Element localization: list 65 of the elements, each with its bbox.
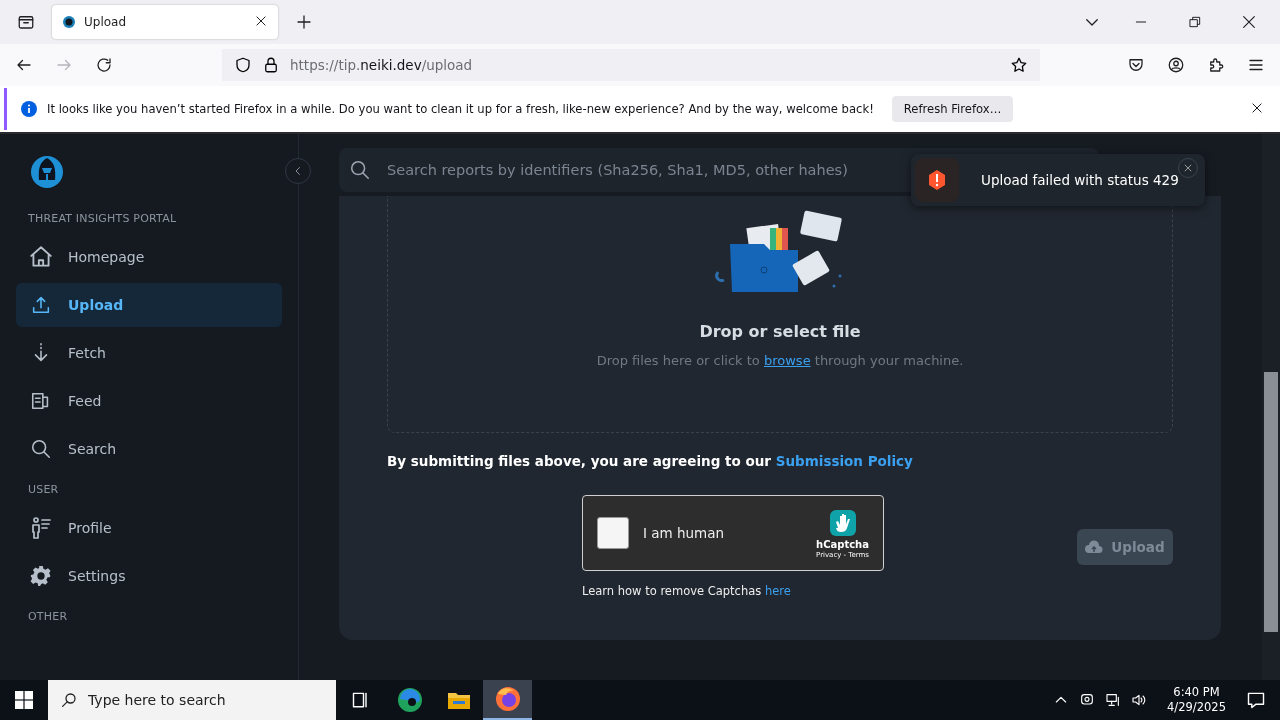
- captcha-checkbox[interactable]: [597, 517, 629, 549]
- nav-item[interactable]: Fetch: [16, 331, 282, 375]
- plus-icon: [295, 13, 313, 31]
- search-icon: [60, 691, 78, 709]
- address-bar[interactable]: https://tip.neiki.dev/upload: [222, 49, 1040, 81]
- close-icon: [254, 13, 268, 28]
- captcha-help-text: Learn how to remove Captchas here: [582, 584, 792, 598]
- section-heading: USER: [28, 483, 60, 496]
- browser-tab[interactable]: Upload: [52, 5, 278, 39]
- here-link[interactable]: here: [764, 584, 791, 598]
- settings-icon: [30, 565, 52, 587]
- close-icon: [1250, 100, 1264, 115]
- section-heading: OTHER: [28, 610, 69, 623]
- cloud-upload-icon: [1085, 540, 1104, 554]
- person-icon: [29, 516, 53, 540]
- firefox-taskbar-button[interactable]: [483, 680, 532, 720]
- close-icon: [1241, 14, 1257, 30]
- agreement-text: By submitting files above, you are agreeing to our Submission Policy: [387, 453, 914, 469]
- section-heading: THREAT INSIGHTS PORTAL: [28, 212, 178, 225]
- close-toast-button[interactable]: [1178, 158, 1198, 178]
- puzzle-icon: [1207, 56, 1225, 74]
- nav-item[interactable]: Feed: [16, 379, 282, 423]
- refresh-firefox-button[interactable]: Refresh Firefox…: [891, 96, 1014, 122]
- browse-link[interactable]: browse: [763, 353, 811, 368]
- reload-icon: [95, 56, 113, 74]
- hand-logo-icon: [827, 507, 858, 538]
- windows-icon: [15, 691, 33, 709]
- dropzone-hint: Drop files here or click to browse through your machine.: [596, 353, 964, 368]
- dropzone-title: Drop or select file: [699, 322, 861, 341]
- notifications-icon: [1246, 690, 1266, 710]
- search-icon: [349, 159, 371, 181]
- captcha-brand: hCaptcha: [816, 538, 869, 550]
- upload-icon: [30, 294, 52, 316]
- folder-icon: [446, 690, 471, 710]
- home-icon: [28, 244, 54, 270]
- tab-title: Upload: [84, 15, 128, 29]
- clock-time: 6:40 PM: [1173, 685, 1220, 700]
- pocket-icon: [1127, 56, 1145, 74]
- network-icon: [1105, 692, 1122, 708]
- lock-icon: [262, 56, 280, 74]
- nav-item[interactable]: Upload: [16, 283, 282, 327]
- box-icon: [17, 13, 35, 31]
- restore-icon: [1188, 15, 1202, 29]
- nav-item[interactable]: Homepage: [16, 235, 282, 279]
- account-icon: [1167, 56, 1185, 74]
- info-icon: [21, 101, 37, 117]
- shield-icon: [234, 56, 252, 74]
- hooded-logo-icon: [28, 154, 66, 190]
- notification-message: It looks like you haven’t started Firefox in a while. Do you want to clean it up for a fresh, like-new experience? And by the way, welcome back!: [47, 102, 874, 116]
- scrollbar-thumb[interactable]: [1264, 372, 1278, 632]
- submission-policy-link[interactable]: Submission Policy: [775, 453, 913, 469]
- star-icon: [1010, 56, 1028, 74]
- nav-item[interactable]: Profile: [16, 506, 282, 550]
- error-icon: [927, 169, 947, 191]
- clock-date: 4/29/2025: [1167, 700, 1226, 715]
- nav-item[interactable]: Search: [16, 427, 282, 471]
- nav-item[interactable]: Settings: [16, 554, 282, 598]
- webcam-icon: [1079, 692, 1096, 708]
- captcha-label: I am human: [643, 525, 726, 541]
- taskbar-search-field[interactable]: Type here to search: [48, 680, 336, 720]
- speaker-icon: [1131, 692, 1148, 708]
- search-icon: [30, 438, 52, 460]
- close-icon: [1183, 163, 1193, 173]
- swirl-icon: [396, 687, 423, 713]
- url-text: https://tip.neiki.dev/upload: [290, 57, 474, 73]
